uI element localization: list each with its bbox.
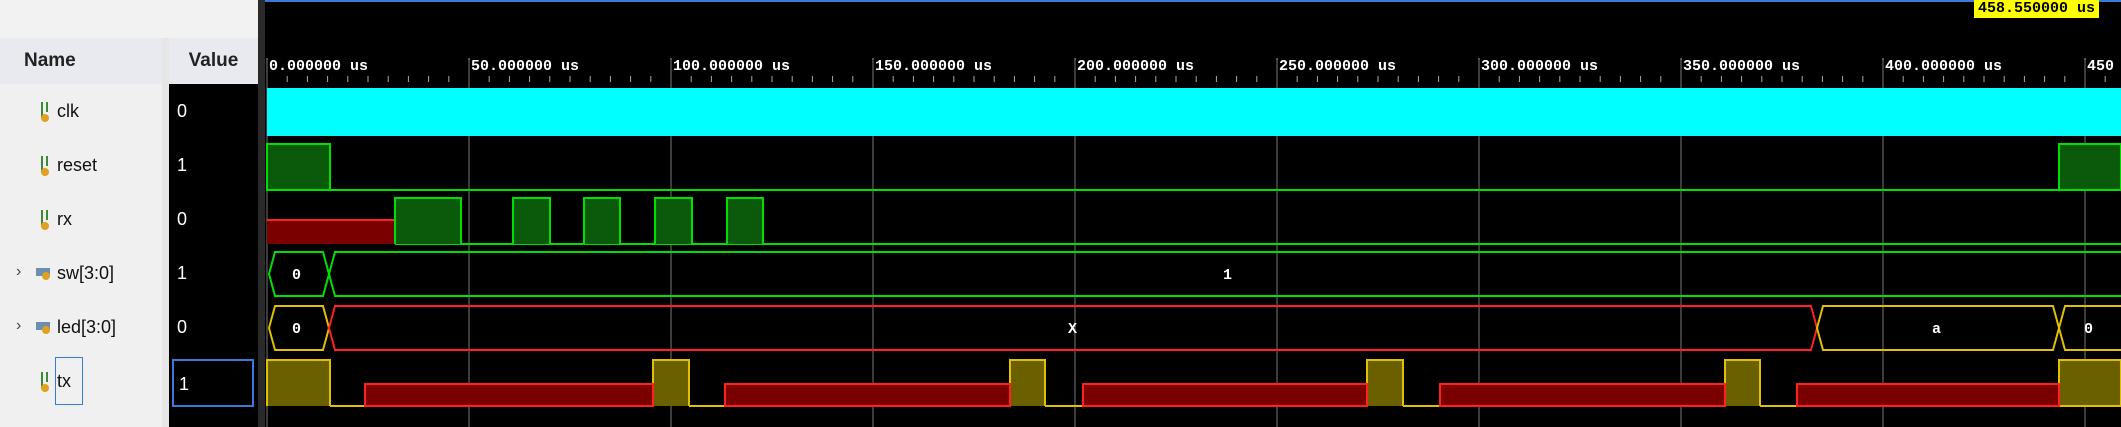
bus-value: 0 xyxy=(292,267,301,284)
tick-label: 400.000000 us xyxy=(1885,58,2002,75)
signal-row-clk[interactable]: clk xyxy=(0,86,162,140)
signal-value-clk: 0 xyxy=(177,101,188,121)
name-selection-outline xyxy=(55,357,83,405)
waveform-viewer[interactable]: 0.000000 us 50.000000 us 100.000000 us 1… xyxy=(265,0,2121,427)
pane-divider[interactable] xyxy=(258,0,265,427)
tick-label: 300.000000 us xyxy=(1481,58,1598,75)
signal-row-sw[interactable]: › sw[3:0] xyxy=(0,248,162,302)
bus-value: X xyxy=(1068,321,1077,338)
bus-value: 0 xyxy=(2084,321,2093,338)
signal-value-reset: 1 xyxy=(177,155,188,175)
bus-value: 0 xyxy=(292,321,301,338)
signal-name: clk xyxy=(57,101,79,121)
signal-row-rx[interactable]: rx xyxy=(0,194,162,248)
bit-signal-icon xyxy=(41,156,49,176)
bus-value: a xyxy=(1932,321,1941,338)
clk-waveform[interactable] xyxy=(267,88,2121,136)
signal-value-sw: 1 xyxy=(177,263,188,283)
signal-name: reset xyxy=(57,155,98,175)
signal-name: rx xyxy=(57,209,72,229)
signal-row-led[interactable]: › led[3:0] xyxy=(0,302,162,356)
tick-label: 50.000000 us xyxy=(471,58,579,75)
tick-label: 150.000000 us xyxy=(875,58,992,75)
signal-row-reset[interactable]: reset xyxy=(0,140,162,194)
bus-signal-icon xyxy=(36,322,50,334)
column-splitter[interactable] xyxy=(162,38,169,427)
expand-chevron-icon[interactable]: › xyxy=(16,263,21,281)
tick-label: 100.000000 us xyxy=(673,58,790,75)
bus-signal-icon xyxy=(36,268,50,280)
signal-value-rx: 0 xyxy=(177,209,188,229)
toolbar-strip xyxy=(0,0,258,38)
bus-value: 1 xyxy=(1223,267,1232,284)
tick-label: 350.000000 us xyxy=(1683,58,1800,75)
tick-label: 0.000000 us xyxy=(269,58,368,75)
tick-label: 250.000000 us xyxy=(1279,58,1396,75)
tick-label: 450 xyxy=(2087,58,2114,75)
value-column-header[interactable]: Value xyxy=(169,38,258,84)
bit-signal-icon xyxy=(41,102,49,122)
bit-signal-icon xyxy=(41,210,49,230)
signal-name: led[3:0] xyxy=(57,317,117,337)
name-column-header[interactable]: Name xyxy=(0,38,162,84)
signal-value-tx[interactable]: 1 xyxy=(172,359,254,407)
tick-label: 200.000000 us xyxy=(1077,58,1194,75)
expand-chevron-icon[interactable]: › xyxy=(16,317,21,335)
bit-signal-icon xyxy=(41,372,49,392)
cursor-time-label[interactable]: 458.550000 us xyxy=(1974,0,2100,18)
signal-name: sw[3:0] xyxy=(57,263,115,283)
signal-value-led: 0 xyxy=(177,317,188,337)
